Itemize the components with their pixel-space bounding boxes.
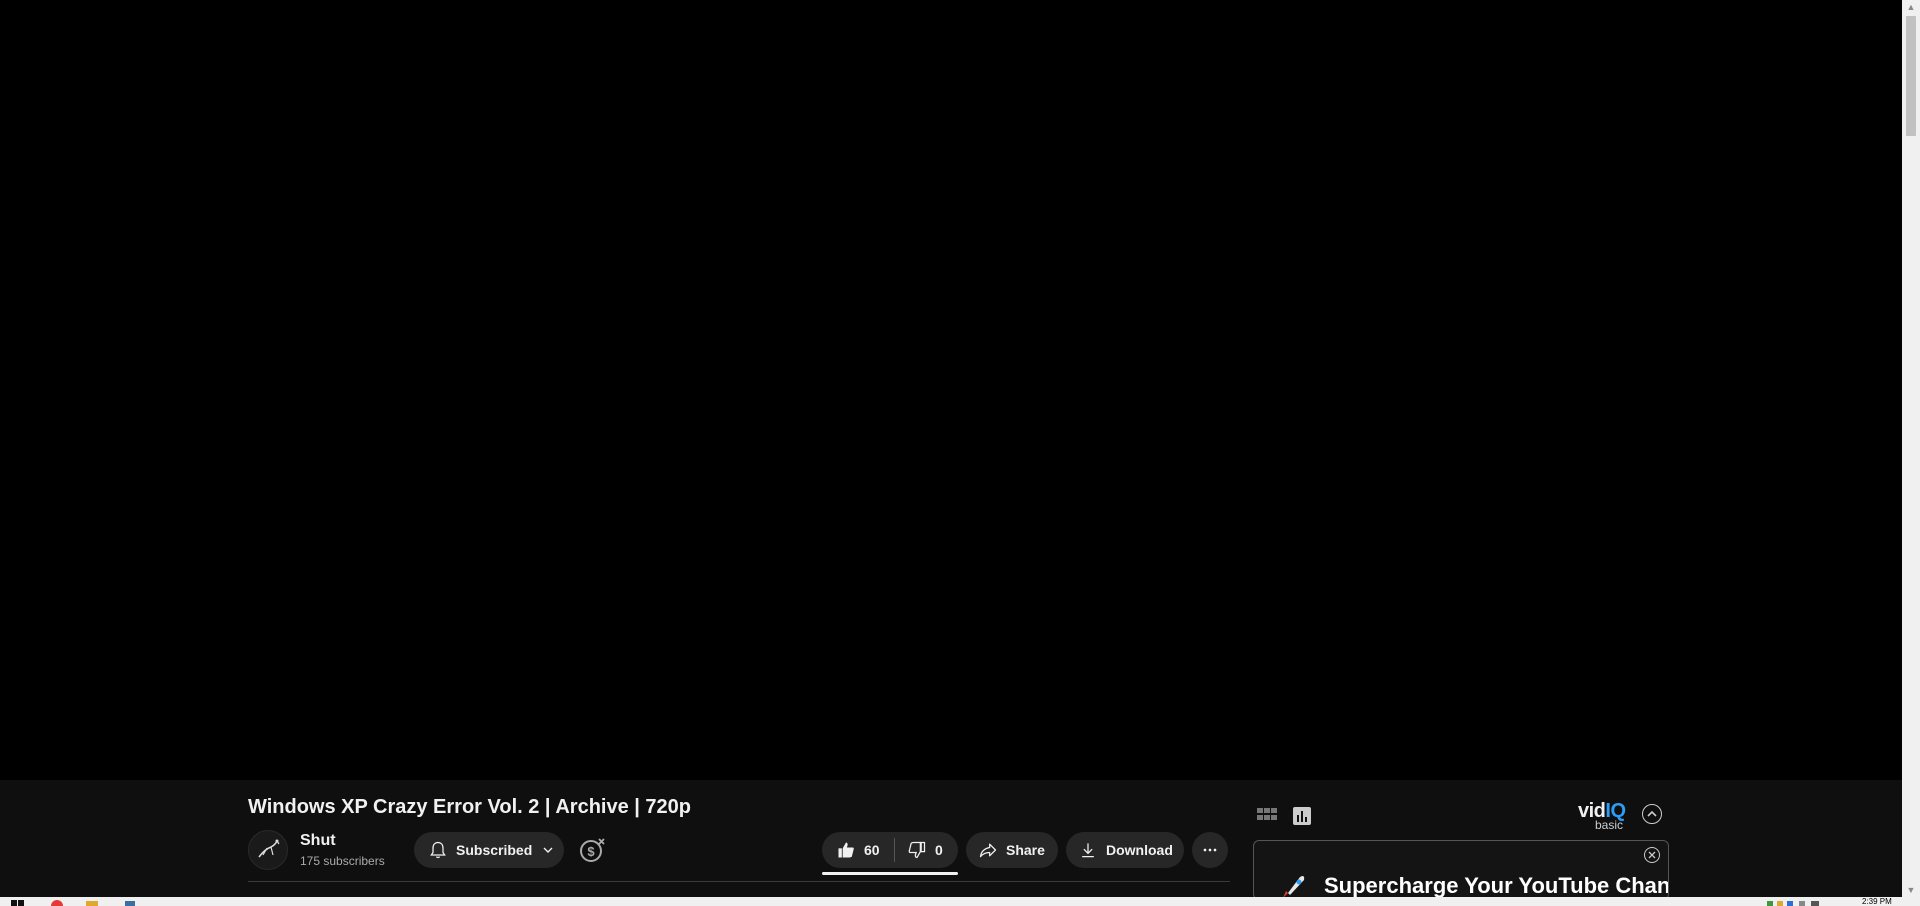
bell-icon (430, 841, 446, 859)
collapse-button[interactable] (1642, 804, 1662, 824)
share-icon (979, 843, 997, 858)
system-tray-icon[interactable] (1765, 899, 1825, 906)
more-horizontal-icon (1203, 848, 1217, 852)
download-icon (1082, 843, 1094, 858)
owner-row: Shut 175 subscribers Subscribed $ 60 0 S… (248, 828, 1230, 875)
avatar-icon (258, 839, 280, 858)
chevron-down-icon (543, 847, 553, 853)
like-count: 60 (864, 842, 880, 858)
close-icon (1648, 851, 1656, 859)
close-button[interactable] (1644, 847, 1660, 863)
channel-name[interactable]: Shut (300, 832, 336, 850)
download-button[interactable]: Download (1066, 832, 1184, 868)
more-actions-button[interactable] (1192, 832, 1228, 868)
page-scrollbar[interactable]: ▲ ▼ (1902, 0, 1920, 897)
grid-icon[interactable] (1255, 804, 1279, 828)
promo-headline: Supercharge Your YouTube Channel (1324, 873, 1669, 898)
subscribed-label: Subscribed (456, 842, 533, 858)
description-divider (248, 881, 1230, 882)
like-dislike-group: 60 0 (822, 832, 958, 868)
taskbar-clock[interactable]: 2:39 PM (1862, 897, 1892, 906)
folder-icon[interactable] (85, 899, 99, 906)
subscribed-button[interactable]: Subscribed (414, 832, 564, 868)
rocket-icon (1283, 876, 1305, 898)
monetization-icon[interactable]: $ (578, 836, 606, 864)
video-player[interactable] (0, 0, 1902, 780)
vidiq-promo-card: Supercharge Your YouTube Channel (1253, 840, 1669, 900)
video-details: Windows XP Crazy Error Vol. 2 | Archive … (0, 780, 1902, 900)
channel-avatar[interactable] (248, 830, 288, 870)
subscriber-count: 175 subscribers (300, 854, 385, 868)
svg-text:$: $ (587, 844, 595, 859)
browser-icon[interactable] (50, 899, 64, 906)
dislike-count: 0 (935, 842, 943, 858)
stats-icon[interactable] (1290, 804, 1314, 828)
share-label: Share (1006, 842, 1045, 858)
like-button[interactable]: 60 (822, 832, 894, 868)
download-label: Download (1106, 842, 1173, 858)
app-icon[interactable] (123, 899, 137, 906)
windows-start-icon[interactable] (10, 899, 26, 906)
scrollbar-thumb[interactable] (1906, 16, 1916, 136)
chevron-up-icon (1647, 810, 1657, 817)
like-progress-bar (822, 872, 958, 875)
dislike-button[interactable]: 0 (895, 832, 943, 868)
vidiq-plan: basic (1595, 818, 1624, 832)
scroll-up-icon[interactable]: ▲ (1902, 0, 1920, 14)
scroll-down-icon[interactable]: ▼ (1902, 883, 1920, 897)
thumbs-down-icon (908, 841, 926, 859)
thumbs-up-icon (838, 842, 854, 858)
share-button[interactable]: Share (966, 832, 1058, 868)
taskbar: 2:39 PM (0, 897, 1920, 906)
video-title: Windows XP Crazy Error Vol. 2 | Archive … (248, 796, 692, 818)
